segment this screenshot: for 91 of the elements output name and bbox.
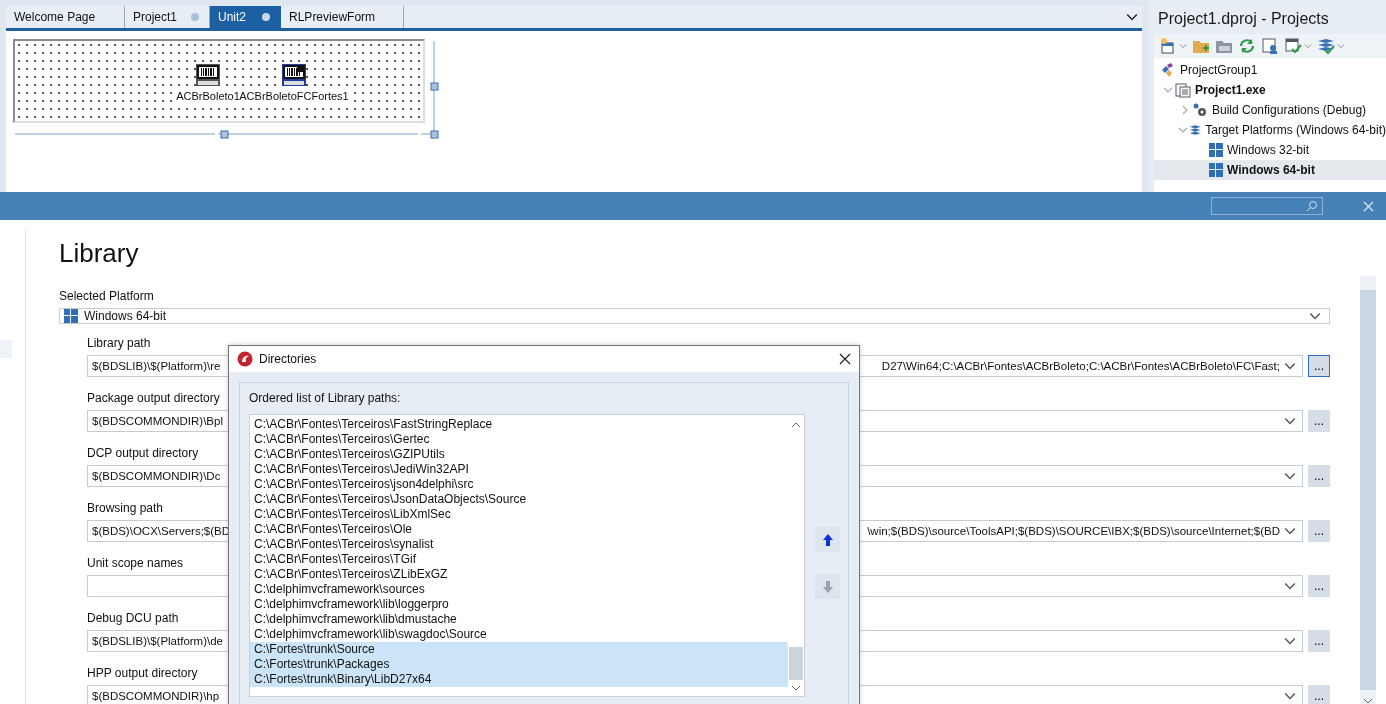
field-label: Selected Platform [59, 289, 154, 303]
tree-item[interactable]: ProjectGroup1 [1154, 60, 1386, 80]
form-designer[interactable]: ACBrBoleto1ACBrBoletoFCFortes1 [13, 39, 425, 123]
chevron-icon [1284, 690, 1296, 702]
toolbar-button[interactable] [1158, 36, 1188, 56]
layers-check-icon [1317, 37, 1335, 55]
field-label: Library path [87, 336, 151, 350]
layers-icon [1188, 122, 1202, 138]
browse-button[interactable]: ... [1308, 520, 1330, 542]
list-item[interactable]: C:\Fortes\trunk\Binary\LibD27x64 [250, 672, 788, 688]
close-icon[interactable] [839, 353, 851, 366]
list-item[interactable]: C:\delphimvcframework\sources [250, 582, 788, 598]
list-item[interactable]: C:\ACBr\Fontes\Terceiros\ZLibExGZ [250, 567, 788, 583]
page-heading: Library [59, 238, 140, 269]
chevron-icon [1309, 310, 1321, 322]
arrow-down-icon [822, 580, 833, 593]
chevron-icon [1337, 42, 1345, 50]
list-item[interactable]: C:\ACBr\Fontes\Terceiros\FastStringReplace [250, 417, 788, 433]
barcode-icon [195, 63, 221, 87]
list-item[interactable]: C:\delphimvcframework\lib\loggerpro [250, 597, 788, 613]
project-group-icon [1160, 62, 1176, 78]
list-item[interactable]: C:\ACBr\Fontes\Terceiros\json4delphi\src [250, 477, 788, 493]
field-label: HPP output directory [87, 666, 198, 680]
browse-button[interactable]: ... [1308, 465, 1330, 487]
chevron-icon [1284, 635, 1296, 647]
window-user-icon [1261, 37, 1279, 55]
tree-item[interactable]: Project1.exe [1154, 80, 1386, 100]
editor-tab[interactable]: Welcome Page [6, 6, 125, 28]
list-item[interactable]: C:\ACBr\Fontes\Terceiros\Gertec [250, 432, 788, 448]
barcode-icon [281, 63, 307, 87]
chevron-icon [1284, 525, 1296, 537]
browse-button[interactable]: ... [1308, 630, 1330, 652]
component-label: ACBrBoleto1 [176, 90, 240, 102]
list-item[interactable]: C:\ACBr\Fontes\Terceiros\JediWin32API [250, 462, 788, 478]
tree-item[interactable]: Windows 32-bit [1154, 140, 1386, 160]
platform-select[interactable]: Windows 64-bit [59, 308, 1330, 324]
app-logo-icon [237, 351, 253, 368]
search-icon [1306, 200, 1318, 212]
arrow-up-icon [822, 533, 833, 546]
dialog-title: Directories [259, 352, 317, 367]
tree-item[interactable]: Build Configurations (Debug) [1154, 100, 1386, 120]
list-item[interactable]: C:\ACBr\Fontes\Terceiros\LibXmlSec [250, 507, 788, 523]
chevron-icon [1284, 415, 1296, 427]
chevron-icon [1162, 85, 1173, 95]
gears-icon [1192, 102, 1208, 118]
chevron-icon [1284, 470, 1296, 482]
tree-item[interactable]: Target Platforms (Windows 64-bit) [1154, 120, 1386, 140]
component-label: ACBrBoletoFCFortes1 [239, 90, 349, 102]
list-item[interactable]: C:\ACBr\Fontes\Terceiros\Ole [250, 522, 788, 538]
field-label: Package output directory [87, 391, 220, 405]
editor-tab[interactable]: Unit2 [210, 6, 282, 28]
move-up-button[interactable] [815, 527, 840, 553]
toolbar-button[interactable] [1283, 36, 1313, 56]
field-label: Unit scope names [87, 556, 184, 570]
list-item[interactable]: C:\delphimvcframework\lib\dmustache [250, 612, 788, 628]
toolbar-button[interactable] [1260, 36, 1280, 56]
list-item[interactable]: C:\ACBr\Fontes\Terceiros\TGif [250, 552, 788, 568]
windows-logo-icon [1209, 143, 1223, 157]
field-label: Debug DCU path [87, 611, 179, 625]
chevron-icon [1126, 11, 1138, 23]
new-item-icon [1159, 37, 1177, 55]
path-list[interactable] [249, 414, 805, 698]
chevron-icon [1179, 42, 1187, 50]
list-item[interactable]: C:\delphimvcframework\lib\swagdoc\Source [250, 627, 788, 643]
list-item[interactable]: C:\ACBr\Fontes\Terceiros\synalist [250, 537, 788, 553]
toolbar-button[interactable] [1237, 36, 1257, 56]
field-label: Browsing path [87, 501, 164, 515]
list-item[interactable]: C:\Fortes\trunk\Source [250, 642, 788, 658]
chevron-icon [1284, 580, 1296, 592]
list-item[interactable]: C:\ACBr\Fontes\Terceiros\JsonDataObjects\Source [250, 492, 788, 508]
tree-item[interactable]: Windows 64-bit [1154, 160, 1386, 180]
search-field[interactable] [1211, 197, 1323, 215]
chevron-icon [1177, 125, 1188, 135]
scrollbar[interactable] [1360, 276, 1376, 704]
windows-logo-icon [1209, 163, 1223, 177]
project-file-icon [1175, 82, 1191, 98]
browse-button[interactable]: ... [1308, 355, 1330, 377]
panel-title: Project1.dproj - Projects [1157, 9, 1330, 29]
browse-button[interactable]: ... [1308, 575, 1330, 597]
editor-tab[interactable]: RLPreviewForm [281, 6, 405, 28]
browse-button[interactable]: ... [1308, 410, 1330, 432]
windows-logo-icon [64, 309, 78, 323]
list-item[interactable]: C:\Fortes\trunk\Packages [250, 657, 788, 673]
refresh-icon [1238, 37, 1256, 55]
list-label: Ordered list of Library paths: [249, 391, 401, 406]
field-label: DCP output directory [87, 446, 199, 460]
browse-button[interactable]: ... [1308, 685, 1330, 704]
window-check-icon [1284, 37, 1302, 55]
chevron-icon [1304, 42, 1312, 50]
list-item[interactable]: C:\ACBr\Fontes\Terceiros\GZIPUtils [250, 447, 788, 463]
chevron-icon [1284, 360, 1296, 372]
